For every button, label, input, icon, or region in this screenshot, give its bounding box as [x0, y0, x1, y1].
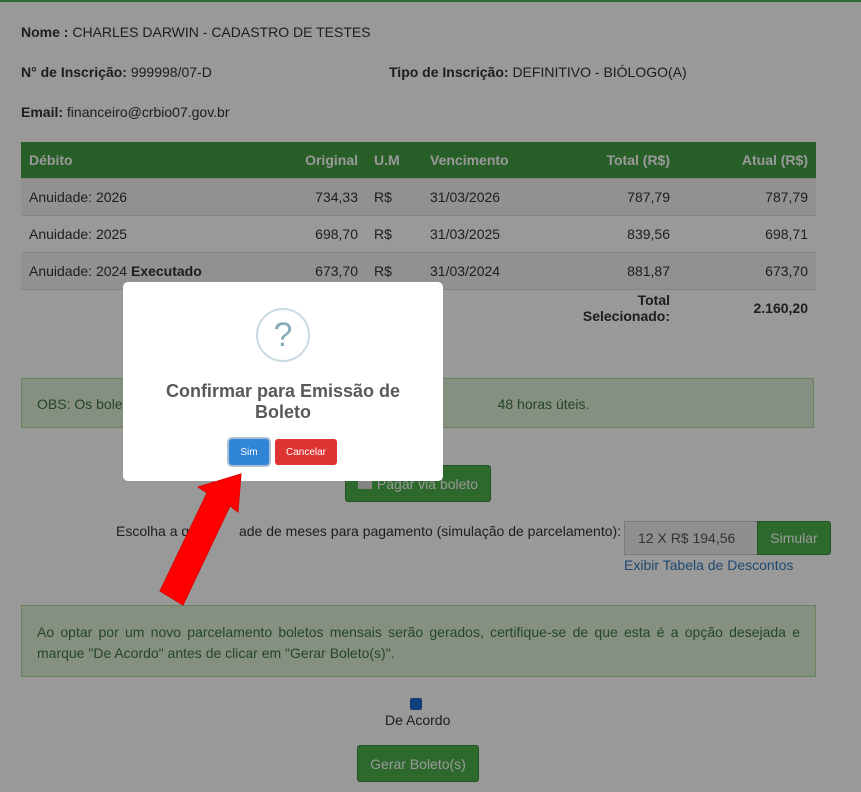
- question-icon: ?: [256, 308, 310, 362]
- confirm-dialog: ? Confirmar para Emissão de Boleto Sim C…: [123, 282, 443, 481]
- dialog-title: Confirmar para Emissão de Boleto: [165, 381, 401, 422]
- confirm-yes-button[interactable]: Sim: [229, 439, 269, 465]
- cancel-button[interactable]: Cancelar: [275, 439, 337, 465]
